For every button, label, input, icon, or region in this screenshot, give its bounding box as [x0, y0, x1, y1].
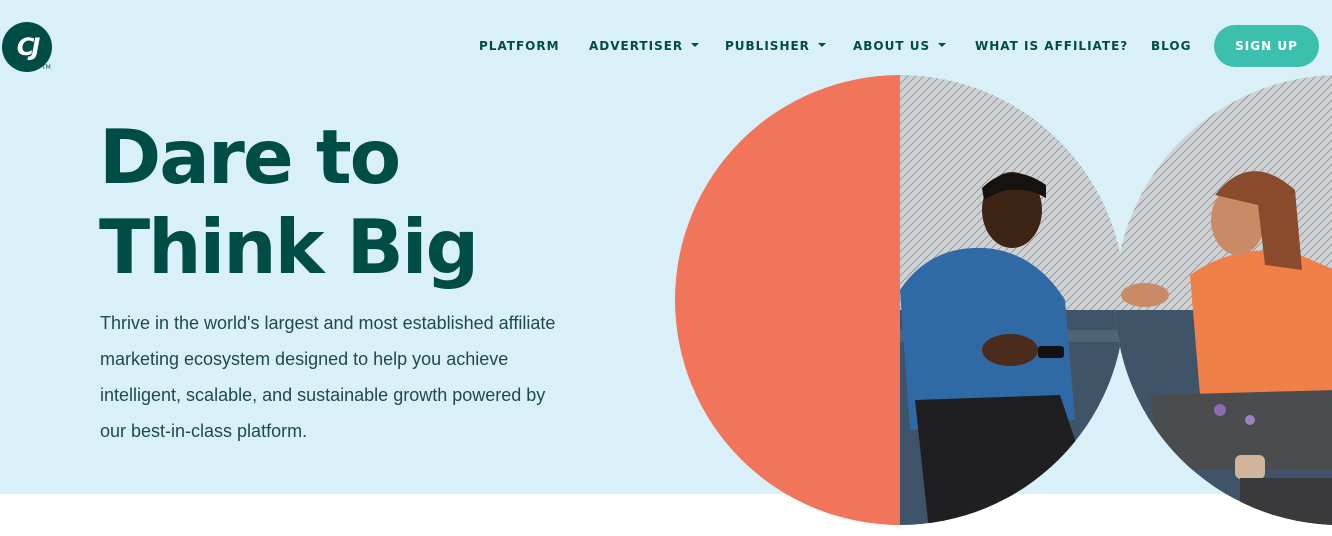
hero-artwork: [675, 75, 1332, 525]
photo-man-half-circle: [900, 75, 1125, 525]
coral-half-circle: [675, 75, 900, 525]
photo-woman-circle: [1115, 75, 1332, 525]
